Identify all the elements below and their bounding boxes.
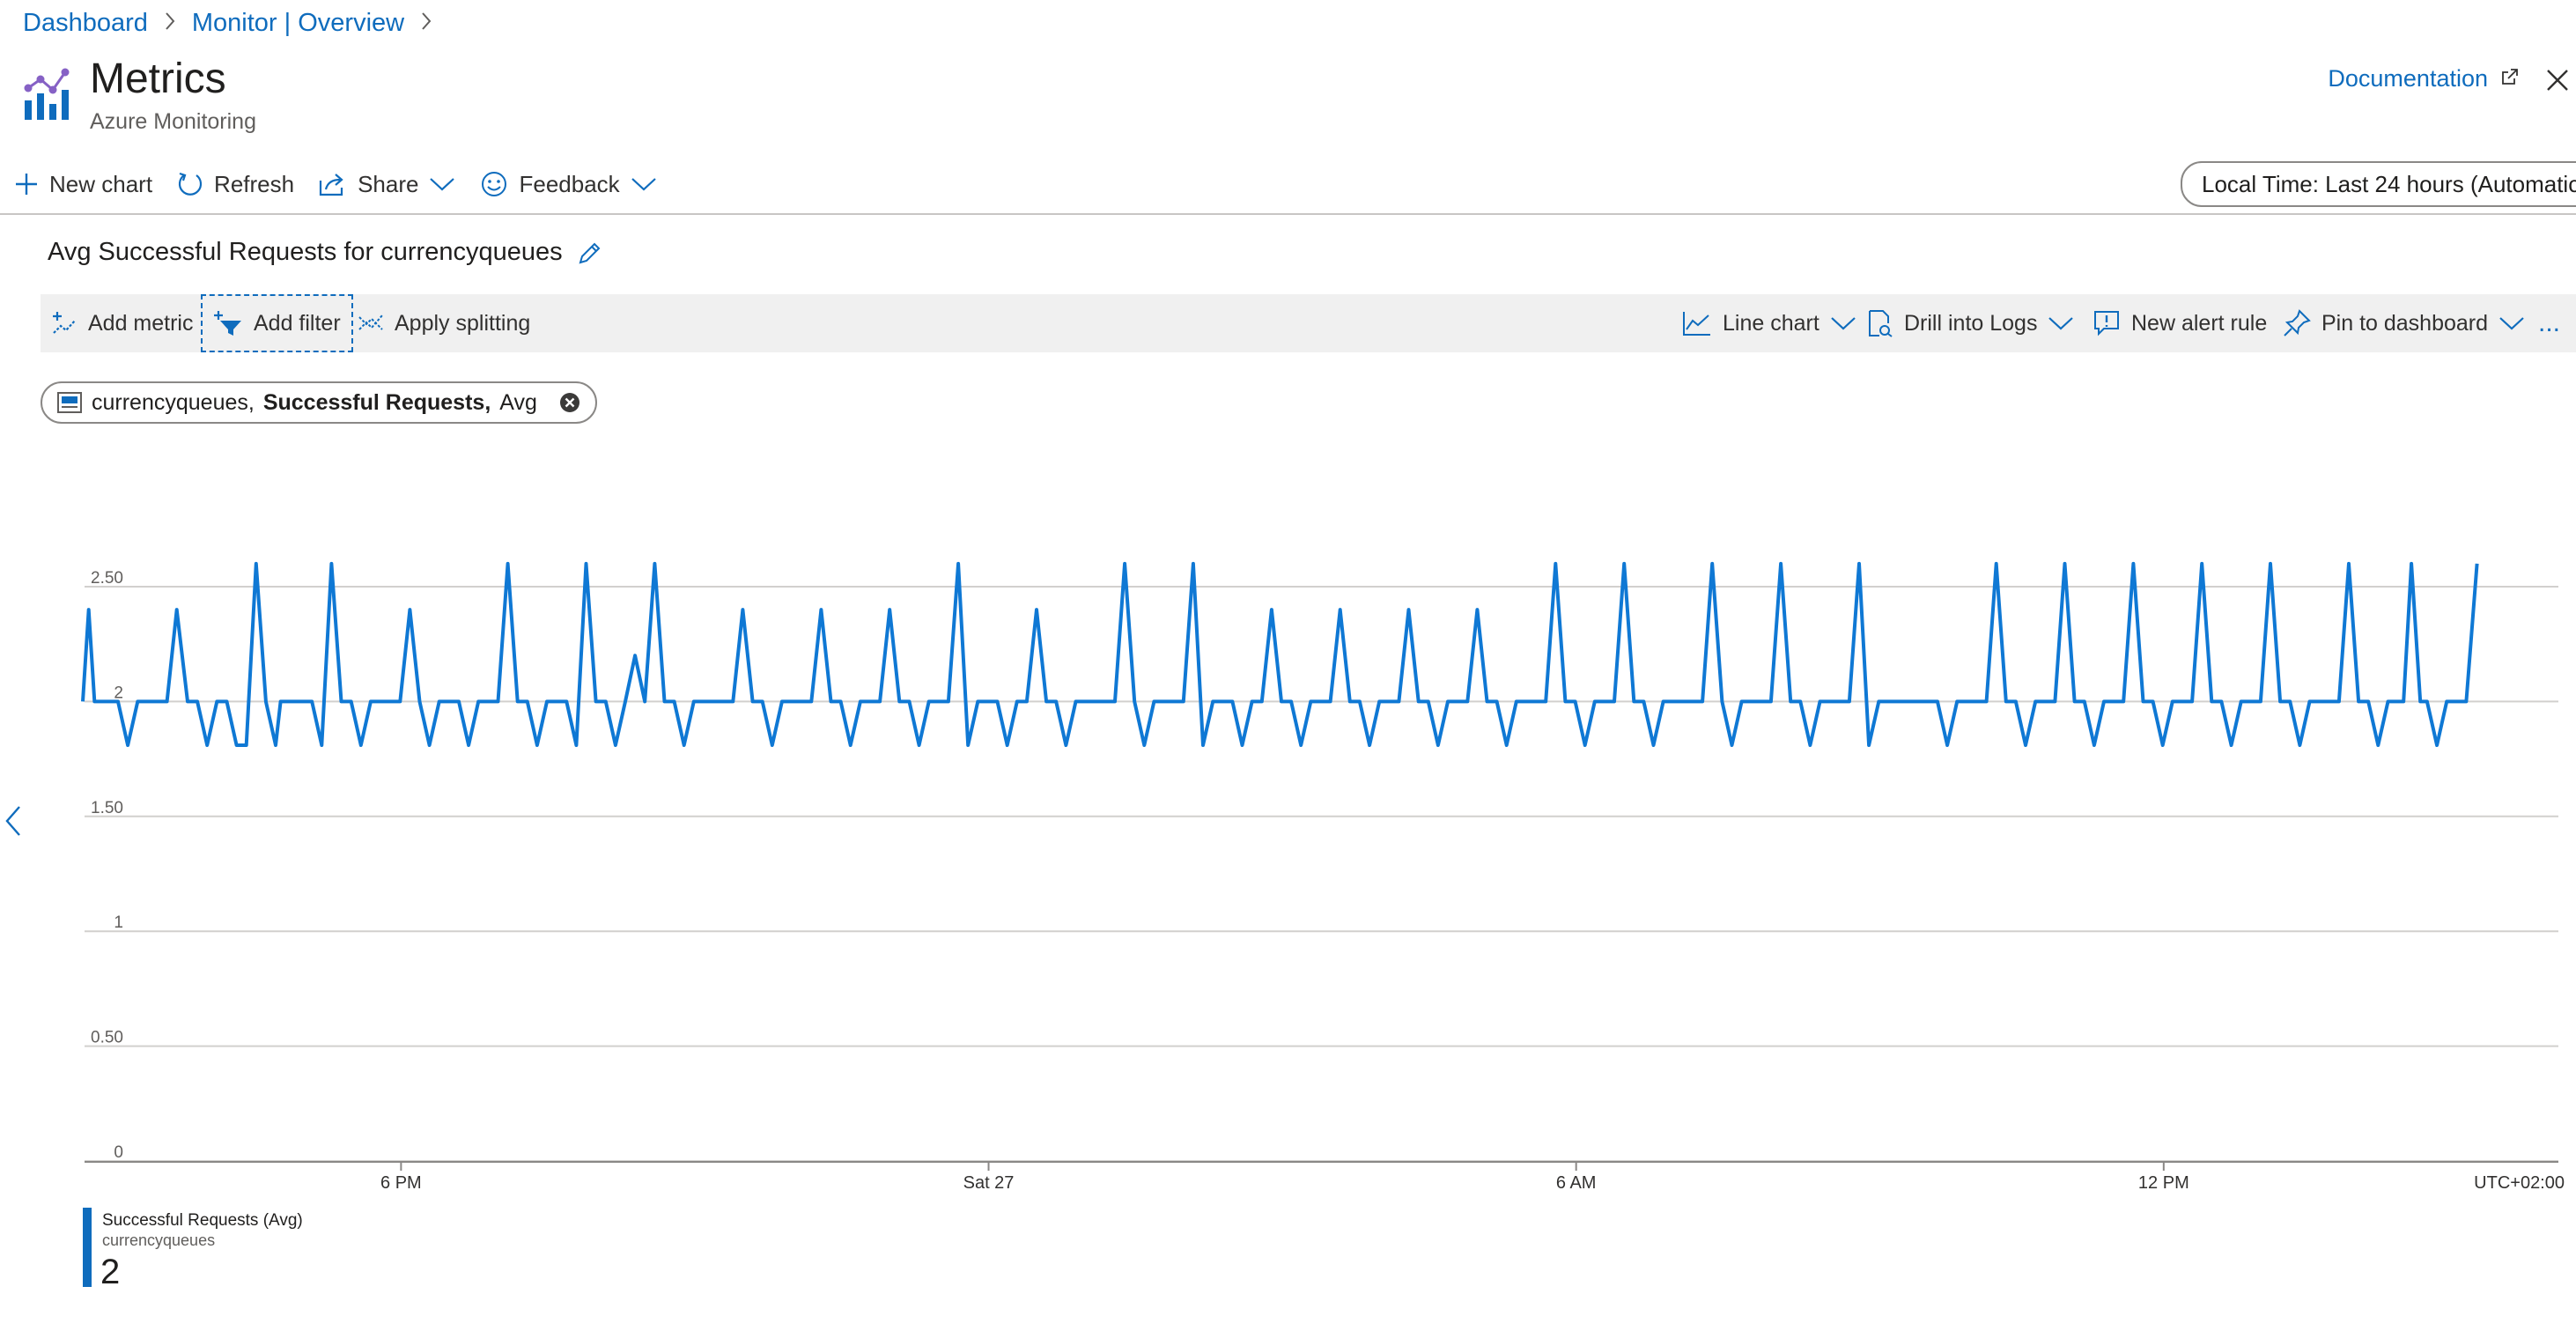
more-options-button[interactable]: ... [2538,294,2560,352]
resource-icon [57,392,82,413]
metrics-chart[interactable]: 2.50 2 1.50 1 0.50 0 6 PM Sat 27 6 AM 12 PM UTC+0… [0,529,2576,1198]
add-metric-icon [53,312,76,334]
new-chart-label: New chart [49,170,153,197]
drill-into-logs-label: Drill into Logs [1904,310,2038,336]
legend-resource-name: currencyqueues [102,1231,216,1249]
smiley-icon [482,172,507,196]
metric-pill-aggregation: Avg [499,389,537,415]
y-tick-label: 1.50 [91,799,123,817]
chevron-down-icon [1831,317,1856,330]
refresh-icon [178,172,203,196]
new-alert-rule-button[interactable]: New alert rule [2093,294,2267,352]
close-button[interactable] [2543,65,2572,95]
logs-icon [1869,310,1893,337]
external-link-icon [2500,65,2520,92]
pin-to-dashboard-dropdown[interactable]: Pin to dashboard [2283,294,2525,352]
documentation-label: Documentation [2328,65,2488,92]
remove-icon[interactable] [558,391,581,414]
chevron-down-icon [2048,317,2074,330]
chart-title-text: Avg Successful Requests for currencyqueu… [48,238,563,266]
new-chart-button[interactable]: New chart [0,158,163,211]
share-icon [319,174,343,196]
metric-pill-resource: currencyqueues, [92,389,255,415]
add-metric-label: Add metric [88,310,194,336]
metric-pill-metric: Successful Requests, [262,389,491,415]
chevron-down-icon [631,178,656,191]
feedback-label: Feedback [519,170,620,197]
legend-value: 2 [100,1253,121,1291]
x-tick-label: UTC+02:00 [2474,1173,2565,1193]
refresh-label: Refresh [214,170,295,197]
apply-splitting-button[interactable]: Apply splitting [358,294,530,352]
plus-icon [16,174,37,195]
pin-icon [2284,309,2311,336]
pin-to-dashboard-label: Pin to dashboard [2321,310,2489,336]
line-chart-icon [1683,312,1710,336]
filter-icon [214,311,241,336]
refresh-button[interactable]: Refresh [163,158,305,211]
breadcrumb: Dashboard Monitor | Overview [23,5,432,41]
edit-pencil-icon[interactable] [577,240,603,266]
y-tick-label: 2.50 [91,569,123,588]
legend-series-name: Successful Requests (Avg) [102,1211,303,1230]
documentation-link[interactable]: Documentation [2328,65,2520,92]
y-tick-label: 1 [114,913,123,932]
line-chart-label: Line chart [1723,310,1819,336]
chart-title: Avg Successful Requests for currencyqueu… [48,238,603,267]
share-button[interactable]: Share [305,158,466,211]
chevron-right-icon [164,10,176,37]
add-filter-label: Add filter [254,310,341,336]
apply-splitting-label: Apply splitting [395,310,531,336]
page-title: Metrics [90,55,226,102]
chevron-left-icon [5,806,20,836]
breadcrumb-monitor-overview[interactable]: Monitor | Overview [192,9,404,38]
line-chart-dropdown[interactable]: Line chart [1682,294,1856,352]
chevron-down-icon [2499,317,2524,330]
y-tick-label: 0.50 [91,1029,123,1047]
x-tick-label: Sat 27 [963,1173,1015,1193]
page-subtitle: Azure Monitoring [90,109,256,134]
x-tick-label: 6 PM [380,1173,422,1193]
share-label: Share [358,170,419,197]
metric-pill[interactable]: currencyqueues, Successful Requests, Avg [41,381,597,424]
metrics-icon [23,67,70,120]
alert-icon [2094,311,2119,336]
breadcrumb-dashboard[interactable]: Dashboard [23,9,148,38]
toolbar-divider [0,213,2576,215]
close-icon [2547,70,2568,91]
y-tick-label: 0 [114,1143,123,1162]
add-metric-button[interactable]: Add metric [51,294,193,352]
add-filter-button[interactable]: Add filter [201,294,353,352]
x-tick-label: 6 AM [1556,1173,1597,1193]
chevron-right-icon [420,10,432,37]
y-tick-label: 2 [114,684,123,702]
chevron-down-icon [430,178,455,191]
drill-into-logs-dropdown[interactable]: Drill into Logs [1867,294,2074,352]
x-tick-label: 12 PM [2138,1173,2189,1193]
legend-color-bar [83,1208,92,1287]
feedback-button[interactable]: Feedback [466,158,667,211]
time-range-picker[interactable]: Local Time: Last 24 hours (Automatic) [2181,161,2576,207]
splitting-icon [358,314,383,330]
series-line [81,561,2479,747]
new-alert-rule-label: New alert rule [2131,310,2268,336]
chart-toolbar: Add metric Add filter Apply splitting Li… [41,294,2576,352]
scroll-left-button[interactable] [2,803,25,839]
